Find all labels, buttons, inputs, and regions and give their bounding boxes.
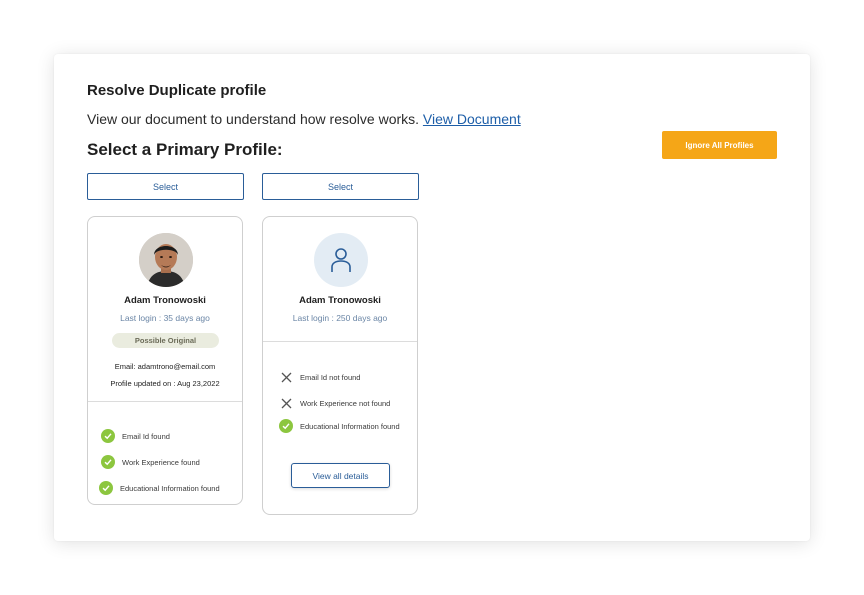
check-circle-icon bbox=[101, 429, 115, 443]
check-circle-icon bbox=[99, 481, 113, 495]
last-login: Last login : 35 days ago bbox=[120, 313, 210, 323]
status-badge: Possible Original bbox=[112, 333, 219, 348]
check-label: Email Id found bbox=[122, 431, 170, 441]
avatar bbox=[139, 233, 193, 287]
profile-email: Email: adamtrono@email.com bbox=[114, 362, 216, 371]
check-label: Work Experience found bbox=[122, 457, 200, 467]
check-email: Email Id not found bbox=[279, 370, 360, 384]
section-title: Select a Primary Profile: bbox=[87, 140, 283, 159]
close-icon bbox=[279, 370, 293, 384]
check-circle-icon bbox=[279, 419, 293, 433]
select-profile-2-button[interactable]: Select bbox=[262, 173, 419, 200]
check-email: Email Id found bbox=[101, 429, 170, 443]
page-subtitle: View our document to understand how reso… bbox=[87, 111, 521, 127]
page-title: Resolve Duplicate profile bbox=[87, 82, 267, 99]
check-label: Educational Information found bbox=[300, 421, 400, 431]
user-photo-icon bbox=[139, 233, 193, 287]
close-icon bbox=[279, 396, 293, 410]
check-work: Work Experience found bbox=[101, 455, 200, 469]
subtitle-text: View our document to understand how reso… bbox=[87, 111, 420, 127]
check-label: Email Id not found bbox=[300, 372, 361, 382]
check-label: Educational Information found bbox=[120, 483, 220, 493]
profile-name: Adam Tronowoski bbox=[124, 295, 206, 306]
divider bbox=[263, 341, 417, 342]
check-education: Educational Information found bbox=[279, 419, 400, 433]
profile-name: Adam Tronowoski bbox=[299, 295, 381, 306]
resolve-duplicate-panel: Resolve Duplicate profile View our docum… bbox=[54, 54, 810, 541]
check-circle-icon bbox=[101, 455, 115, 469]
view-all-details-button[interactable]: View all details bbox=[291, 463, 390, 488]
check-label: Work Experience not found bbox=[300, 398, 391, 408]
select-profile-1-button[interactable]: Select bbox=[87, 173, 244, 200]
view-document-link[interactable]: View Document bbox=[423, 111, 521, 127]
check-work: Work Experience not found bbox=[279, 396, 390, 410]
check-education: Educational Information found bbox=[99, 481, 220, 495]
profile-updated: Profile updated on : Aug 23,2022 bbox=[110, 379, 220, 388]
profile-card-1: Adam Tronowoski Last login : 35 days ago… bbox=[87, 216, 243, 505]
last-login: Last login : 250 days ago bbox=[292, 313, 388, 323]
ignore-all-profiles-button[interactable]: Ignore All Profiles bbox=[662, 131, 777, 159]
avatar bbox=[314, 233, 368, 287]
user-placeholder-icon bbox=[331, 248, 351, 272]
divider bbox=[88, 401, 242, 402]
profile-card-2: Adam Tronowoski Last login : 250 days ag… bbox=[262, 216, 418, 515]
